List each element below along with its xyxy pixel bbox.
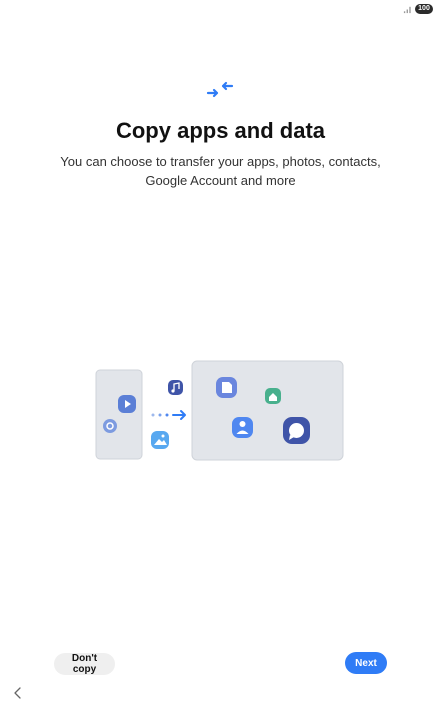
page-title: Copy apps and data xyxy=(115,118,326,143)
chat-icon xyxy=(283,417,310,444)
signal-icon xyxy=(403,6,411,13)
document-icon xyxy=(216,377,237,398)
status-bar: 100 xyxy=(403,0,441,17)
image-icon xyxy=(151,431,169,449)
music-icon xyxy=(168,380,183,395)
contact-icon xyxy=(232,417,253,438)
transfer-illustration xyxy=(95,360,344,461)
settings-icon xyxy=(103,419,117,433)
home-icon xyxy=(265,388,281,404)
transfer-arrows-icon xyxy=(206,81,234,98)
back-chevron-icon[interactable] xyxy=(12,686,24,700)
transfer-arrow-icon xyxy=(151,410,186,420)
play-icon xyxy=(118,395,136,413)
battery-indicator: 100 xyxy=(415,4,433,14)
next-button[interactable]: Next xyxy=(345,652,387,674)
page-description: You can choose to transfer your apps, ph… xyxy=(60,154,381,188)
dont-copy-button[interactable]: Don't copy xyxy=(54,653,115,675)
source-device xyxy=(95,369,143,460)
target-device xyxy=(191,360,344,461)
